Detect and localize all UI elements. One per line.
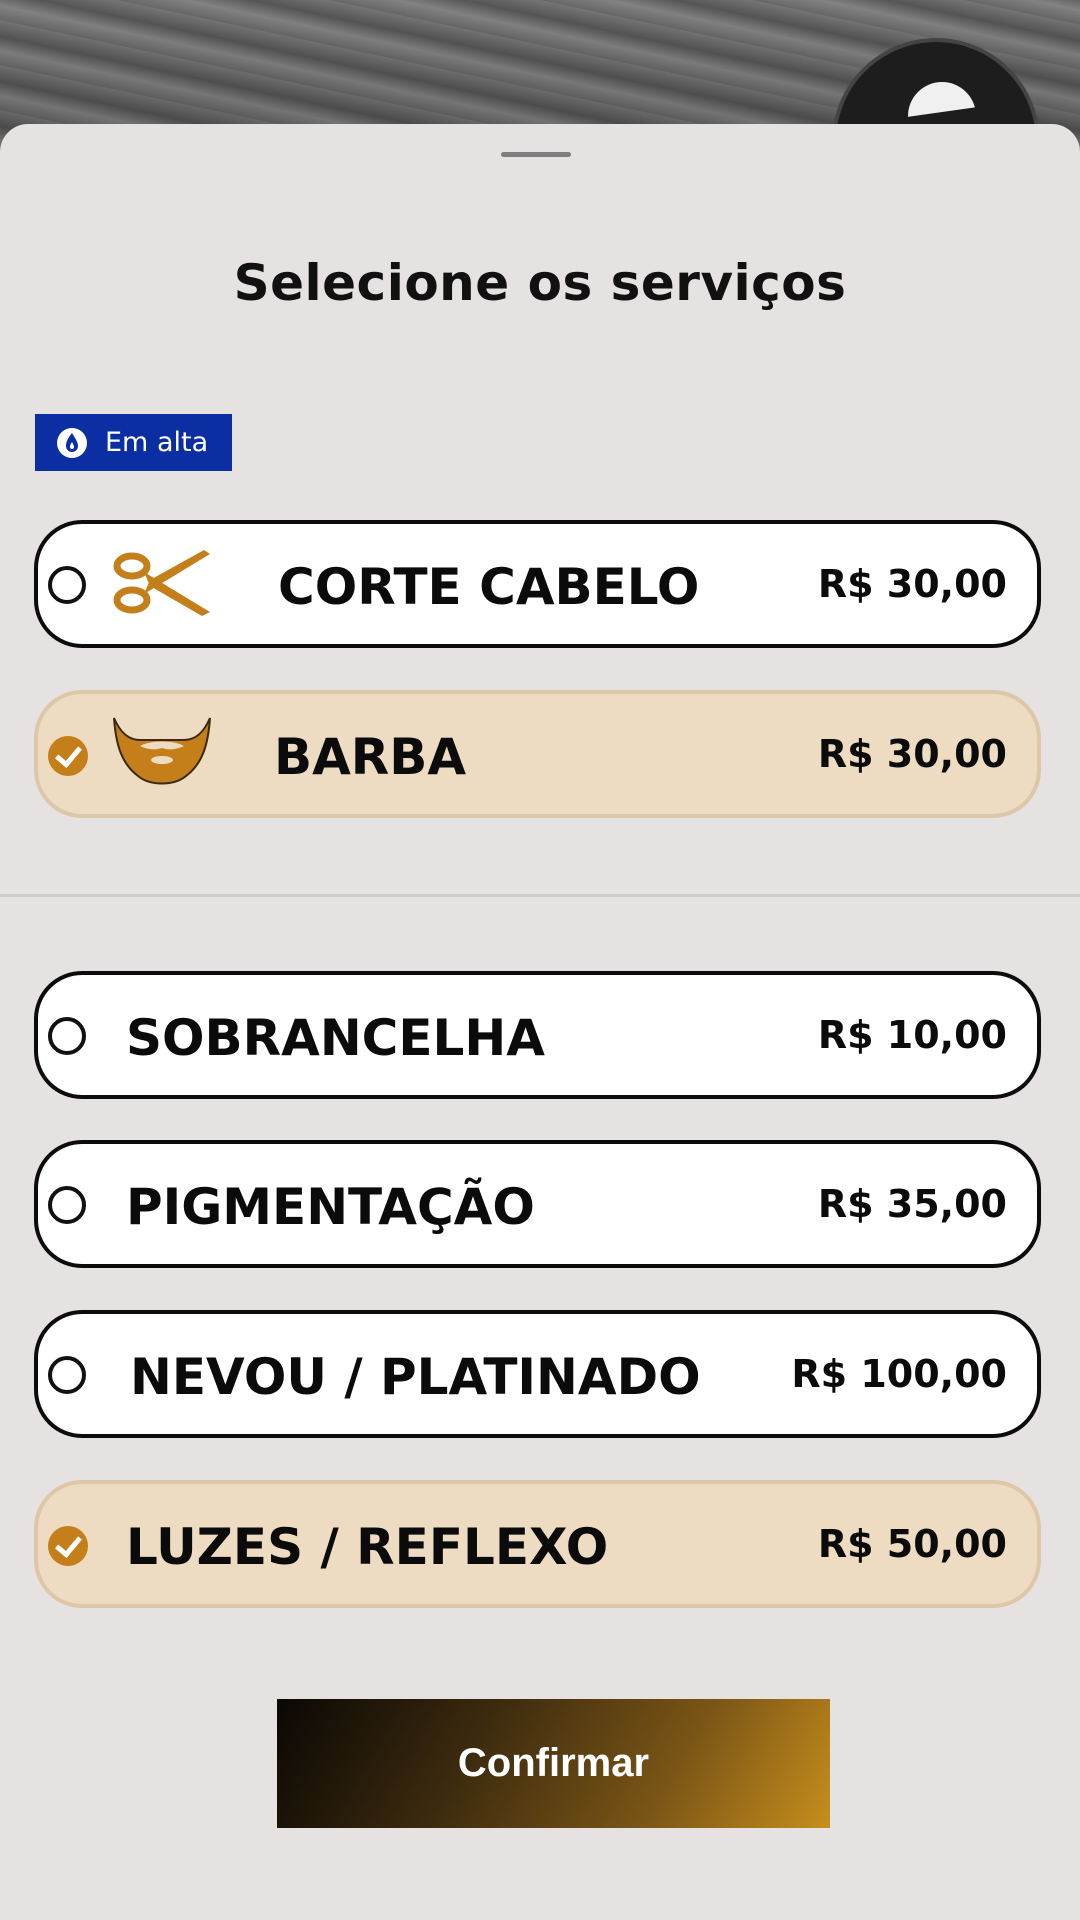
radio-unchecked[interactable] [48, 1017, 86, 1055]
service-row-pigmentacao[interactable]: PIGMENTAÇÃO R$ 35,00 [34, 1140, 1041, 1268]
service-row-barba[interactable]: BARBA R$ 30,00 [34, 690, 1041, 818]
service-price: R$ 100,00 [791, 1352, 1007, 1396]
service-name: CORTE CABELO [278, 558, 700, 616]
service-row-nevou-platinado[interactable]: NEVOU / PLATINADO R$ 100,00 [34, 1310, 1041, 1438]
radio-unchecked[interactable] [48, 1186, 86, 1224]
service-price: R$ 30,00 [817, 562, 1007, 606]
check-icon[interactable] [48, 736, 88, 776]
services-bottom-sheet: Selecione os serviços Em alta CORTE CABE… [0, 124, 1080, 1920]
service-row-sobrancelha[interactable]: SOBRANCELHA R$ 10,00 [34, 971, 1041, 1099]
service-name: PIGMENTAÇÃO [126, 1178, 535, 1236]
confirm-button[interactable]: Confirmar [277, 1699, 830, 1828]
scissors-icon [113, 550, 210, 616]
service-row-corte-cabelo[interactable]: CORTE CABELO R$ 30,00 [34, 520, 1041, 648]
service-price: R$ 50,00 [817, 1522, 1007, 1566]
service-name: BARBA [274, 728, 467, 786]
service-price: R$ 30,00 [817, 732, 1007, 776]
trending-badge: Em alta [35, 414, 232, 471]
radio-unchecked[interactable] [48, 566, 86, 604]
service-row-luzes-reflexo[interactable]: LUZES / REFLEXO R$ 50,00 [34, 1480, 1041, 1608]
service-price: R$ 35,00 [817, 1182, 1007, 1226]
radio-unchecked[interactable] [48, 1356, 86, 1394]
service-price: R$ 10,00 [817, 1013, 1007, 1057]
beard-icon [113, 717, 211, 785]
service-name: NEVOU / PLATINADO [130, 1348, 701, 1406]
service-name: LUZES / REFLEXO [126, 1518, 609, 1576]
check-icon[interactable] [48, 1526, 88, 1566]
sheet-title: Selecione os serviços [233, 254, 847, 312]
service-name: SOBRANCELHA [126, 1009, 545, 1067]
flame-icon [57, 427, 87, 458]
badge-label: Em alta [105, 427, 209, 458]
section-divider [0, 894, 1080, 897]
sheet-drag-handle[interactable] [501, 152, 571, 157]
